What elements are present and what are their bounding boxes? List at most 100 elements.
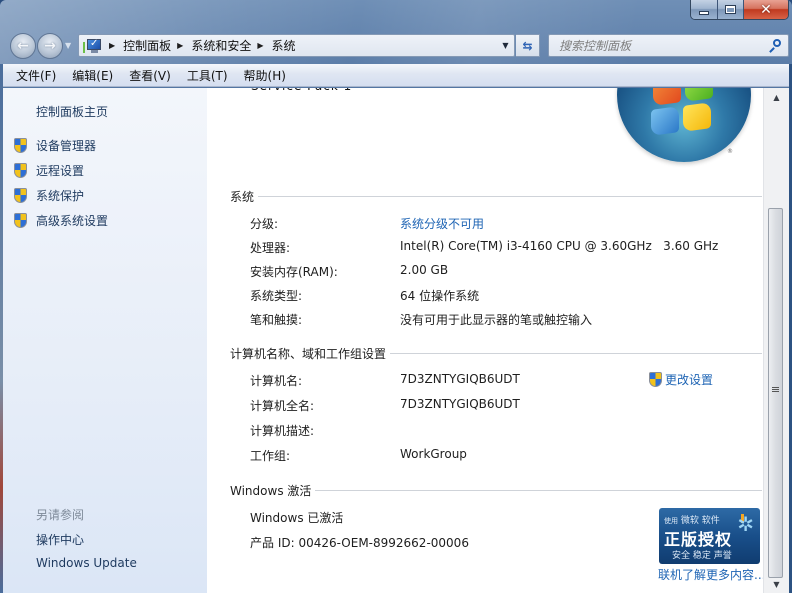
row-label: 系统类型: [250, 289, 303, 303]
row-value: 没有可用于此显示器的笔或触控输入 [400, 313, 593, 327]
close-icon: ✕ [760, 1, 772, 18]
maximize-button[interactable] [718, 0, 744, 19]
sidebar-item-label: 高级系统设置 [36, 214, 109, 228]
row-value: 2.00 GB [400, 263, 449, 277]
menu-file[interactable]: 文件(F) [16, 67, 56, 84]
badge-sub: 安全 稳定 声誉 [672, 551, 732, 561]
vertical-scrollbar[interactable]: ▲ ▼ [763, 88, 789, 593]
sidebar-item-label: 设备管理器 [36, 139, 97, 153]
back-button[interactable]: ← [10, 33, 36, 59]
breadcrumb-separator-icon[interactable]: ▶ [257, 41, 263, 50]
badge-top: 使用 微软 软件 [664, 516, 720, 526]
badge-main: 正版授权 [664, 530, 733, 549]
section-title: 计算机名称、域和工作组设置 [230, 347, 387, 361]
divider [315, 490, 762, 491]
minimize-button[interactable] [691, 0, 718, 19]
menu-tools[interactable]: 工具(T) [187, 67, 228, 84]
row-label: 计算机描述: [250, 424, 315, 438]
forward-button[interactable]: → [37, 33, 63, 59]
forward-arrow-icon: → [44, 38, 56, 54]
row-value: 7D3ZNTYGIQB6UDT [400, 372, 520, 386]
chevron-down-icon: ▼ [502, 41, 509, 50]
learn-more-online-link[interactable]: 联机了解更多内容... [658, 566, 763, 583]
grip-icon [772, 387, 779, 393]
search-icon[interactable] [766, 37, 784, 55]
system-row-pen-touch: 笔和触摸: 没有可用于此显示器的笔或触控输入 [250, 311, 750, 327]
rating-link[interactable]: 系统分级不可用 [400, 215, 484, 232]
row-label: 处理器: [250, 241, 291, 255]
address-bar[interactable]: ✓ ▶ 控制面板 ▶ 系统和安全 ▶ 系统 ▼ [78, 34, 515, 57]
row-label: 笔和触摸: [250, 313, 303, 327]
row-value: WorkGroup [400, 447, 467, 461]
row-label: 工作组: [250, 449, 291, 463]
sidebar-link-action-center[interactable]: 操作中心 [36, 531, 84, 548]
sidebar-item-remote-settings[interactable]: 远程设置 [13, 162, 84, 179]
row-label: 计算机名: [250, 374, 303, 388]
section-title: 系统 [230, 190, 255, 204]
refresh-button[interactable]: ⇆ [516, 34, 540, 57]
control-panel-icon: ✓ [83, 37, 103, 55]
scrollbar-thumb[interactable] [768, 208, 783, 578]
system-row-type: 系统类型: 64 位操作系统 [250, 287, 750, 303]
sidebar-link-windows-update[interactable]: Windows Update [36, 556, 137, 570]
menu-view[interactable]: 查看(V) [129, 67, 171, 84]
scroll-down-arrow-icon: ▼ [773, 579, 780, 589]
section-system: 系统 [230, 188, 763, 205]
sidebar-item-label: 远程设置 [36, 164, 85, 178]
see-also-heading: 另请参阅 [36, 508, 85, 522]
registered-mark: ® [727, 148, 733, 155]
computer-row-name: 计算机名: 7D3ZNTYGIQB6UDT [250, 372, 750, 388]
refresh-icon: ⇆ [522, 38, 533, 53]
edition-service-pack-text: Service Pack 1 [251, 88, 352, 93]
search-box [548, 34, 789, 57]
sidebar-item-system-protection[interactable]: 系统保护 [13, 187, 84, 204]
divider [390, 353, 762, 354]
menu-edit[interactable]: 编辑(E) [72, 67, 113, 84]
sidebar-control-panel-home[interactable]: 控制面板主页 [36, 103, 108, 120]
section-title: Windows 激活 [230, 484, 312, 498]
system-control-panel-window: ✕ ← → ▼ ✓ ▶ 控制面板 ▶ 系统和安全 ▶ 系统 ▼ ⇆ 文件(F) … [0, 0, 792, 593]
task-pane: 控制面板主页 设备管理器 远程设置 系统保护 高级系统设置 另请参阅 操作中心 … [3, 88, 207, 593]
row-label: 安装内存(RAM): [250, 265, 338, 279]
genuine-microsoft-badge[interactable]: 使用 微软 软件 正版授权 安全 稳定 声誉 ✲ [659, 508, 760, 564]
uac-shield-icon [13, 187, 28, 204]
breadcrumb-system-security[interactable]: 系统和安全 [191, 37, 251, 54]
sidebar-item-device-manager[interactable]: 设备管理器 [13, 137, 96, 154]
computer-row-workgroup: 工作组: WorkGroup [250, 447, 750, 463]
row-value: Intel(R) Core(TM) i3-4160 CPU @ 3.60GHz … [400, 239, 719, 253]
uac-shield-icon [13, 162, 28, 179]
menu-help[interactable]: 帮助(H) [244, 67, 286, 84]
maximize-icon [725, 5, 736, 14]
uac-shield-icon [13, 137, 28, 154]
section-computer-name: 计算机名称、域和工作组设置 [230, 345, 763, 362]
search-input[interactable] [549, 35, 766, 56]
row-value: 64 位操作系统 [400, 289, 480, 303]
menu-bar: 文件(F) 编辑(E) 查看(V) 工具(T) 帮助(H) [3, 64, 789, 87]
close-button[interactable]: ✕ [744, 0, 788, 19]
system-row-ram: 安装内存(RAM): 2.00 GB [250, 263, 750, 279]
sidebar-item-advanced-system-settings[interactable]: 高级系统设置 [13, 212, 108, 229]
genuine-star-icon: ✲ [737, 512, 754, 536]
activation-status-text: Windows 已激活 [250, 511, 344, 525]
scroll-down-button[interactable]: ▼ [764, 575, 789, 593]
recent-pages-dropdown[interactable]: ▼ [65, 41, 73, 50]
breadcrumb-system[interactable]: 系统 [272, 37, 296, 54]
system-row-rating: 分级: 系统分级不可用 [250, 215, 750, 231]
uac-shield-icon [13, 212, 28, 229]
row-label: 计算机全名: [250, 399, 315, 413]
sidebar-item-label: 系统保护 [36, 189, 85, 203]
scroll-up-button[interactable]: ▲ [764, 88, 789, 106]
breadcrumb-separator-icon[interactable]: ▶ [177, 41, 183, 50]
breadcrumb-control-panel[interactable]: 控制面板 [123, 37, 171, 54]
caption-buttons: ✕ [690, 0, 789, 20]
back-arrow-icon: ← [17, 38, 29, 54]
row-value: 7D3ZNTYGIQB6UDT [400, 397, 520, 411]
system-row-processor: 处理器: Intel(R) Core(TM) i3-4160 CPU @ 3.6… [250, 239, 750, 255]
scroll-up-arrow-icon: ▲ [773, 92, 780, 102]
address-dropdown-button[interactable]: ▼ [497, 35, 514, 56]
minimize-icon [699, 10, 709, 15]
system-details-pane: Service Pack 1 ® 系统 分级: 系统分级不可用 处理器: Int… [207, 88, 763, 593]
divider [258, 196, 762, 197]
breadcrumb-separator-icon[interactable]: ▶ [109, 41, 115, 50]
computer-row-description: 计算机描述: [250, 422, 750, 438]
